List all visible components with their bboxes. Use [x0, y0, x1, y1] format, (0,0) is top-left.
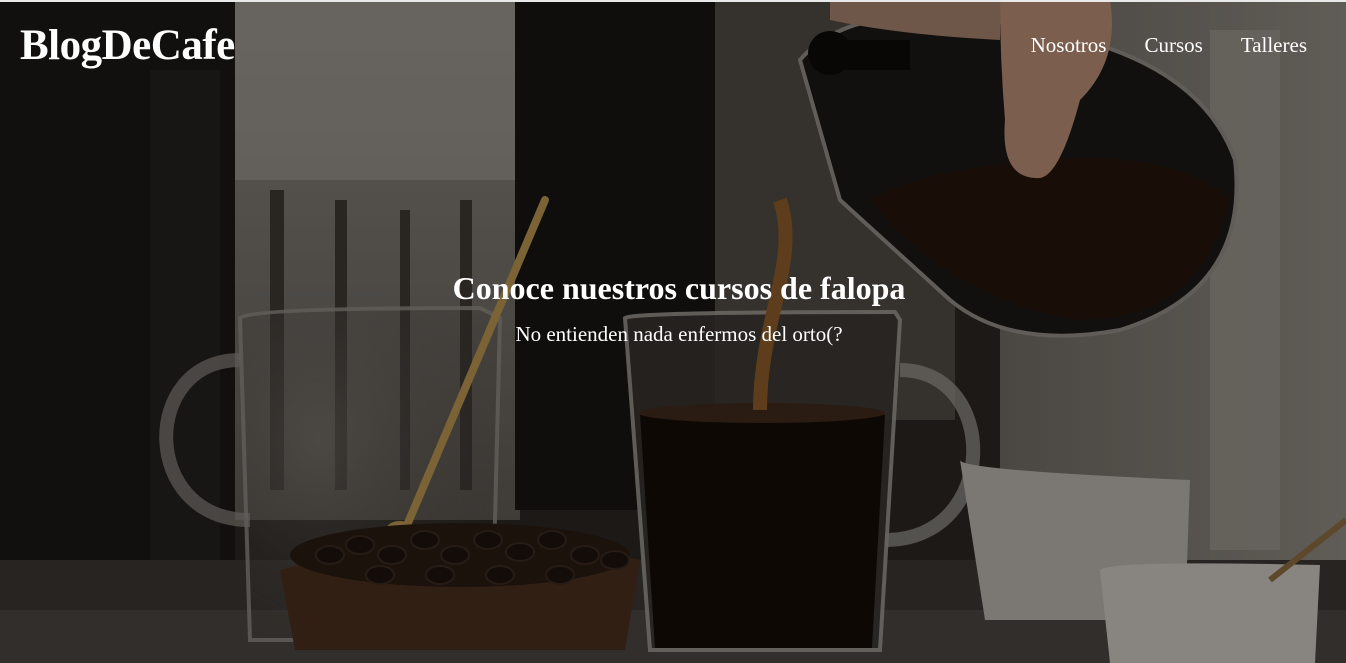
nav-link-cursos[interactable]: Cursos — [1144, 31, 1202, 59]
main-nav: Nosotros Cursos Talleres — [1031, 31, 1307, 59]
hero-section: BlogDeCafe Nosotros Cursos Talleres Cono… — [0, 0, 1346, 663]
nav-link-nosotros[interactable]: Nosotros — [1031, 31, 1107, 59]
nav-link-talleres[interactable]: Talleres — [1241, 31, 1307, 59]
hero-subtitle: No entienden nada enfermos del orto(? — [515, 322, 843, 346]
site-logo[interactable]: BlogDeCafe — [20, 20, 235, 72]
hero-content: Conoce nuestros cursos de falopa No enti… — [0, 266, 1346, 348]
hero-title: Conoce nuestros cursos de falopa — [452, 270, 906, 306]
site-header: BlogDeCafe Nosotros Cursos Talleres — [0, 0, 1346, 90]
